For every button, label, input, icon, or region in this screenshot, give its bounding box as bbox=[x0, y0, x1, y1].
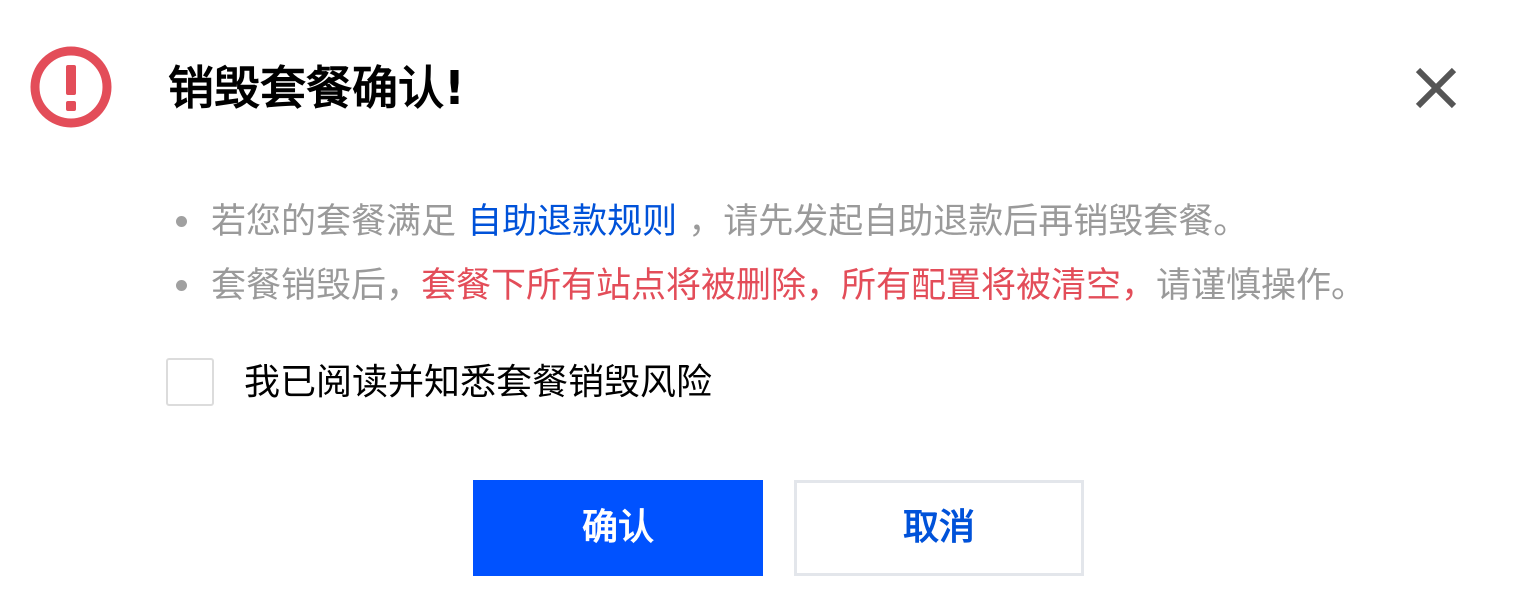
warning-circle-icon bbox=[30, 46, 112, 128]
close-button[interactable] bbox=[1410, 62, 1462, 114]
acknowledge-checkbox[interactable] bbox=[166, 358, 214, 406]
notice-text: ，请先发起自助退款后再销毁套餐。 bbox=[677, 202, 1249, 242]
notice-text: 套餐销毁后， bbox=[211, 266, 422, 306]
close-icon bbox=[1415, 67, 1457, 109]
notice-list: 若您的套餐满足 自助退款规则 ，请先发起自助退款后再销毁套餐。 套餐销毁后，套餐… bbox=[176, 190, 1516, 318]
destroy-package-dialog: 销毁套餐确认! 若您的套餐满足 自助退款规则 ，请先发起自助退款后再销毁套餐。 … bbox=[0, 0, 1524, 610]
danger-warning-text: 套餐下所有站点将被删除，所有配置将被清空， bbox=[421, 266, 1157, 306]
acknowledge-label[interactable]: 我已阅读并知悉套餐销毁风险 bbox=[244, 356, 712, 410]
bullet-dot bbox=[176, 280, 187, 291]
bullet-dot bbox=[176, 216, 187, 227]
notice-item-warning: 套餐销毁后，套餐下所有站点将被删除，所有配置将被清空，请谨慎操作。 bbox=[176, 254, 1516, 318]
cancel-button[interactable]: 取消 bbox=[794, 480, 1084, 576]
dialog-title: 销毁套餐确认! bbox=[168, 61, 465, 115]
self-refund-rules-link[interactable]: 自助退款规则 bbox=[467, 202, 677, 242]
notice-text: 请谨慎操作。 bbox=[1156, 266, 1367, 306]
notice-text: 若您的套餐满足 bbox=[211, 202, 468, 242]
confirm-button[interactable]: 确认 bbox=[473, 480, 763, 576]
notice-item-refund: 若您的套餐满足 自助退款规则 ，请先发起自助退款后再销毁套餐。 bbox=[176, 190, 1516, 254]
